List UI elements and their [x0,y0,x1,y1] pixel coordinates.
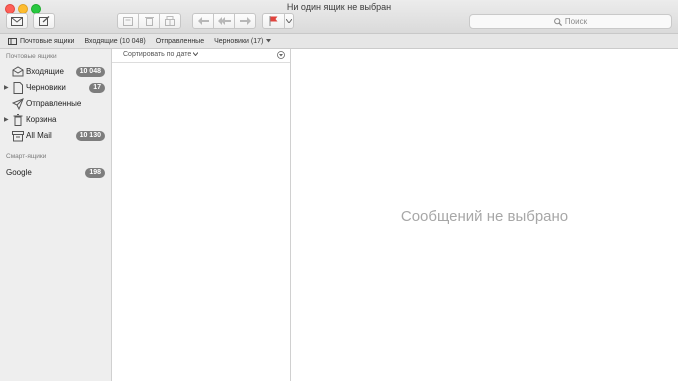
favorites-sent[interactable]: Отправленные [156,38,204,45]
sort-bar: Сортировать по дате [112,49,290,63]
sort-label: Сортировать по дате [123,51,192,58]
favorites-mailboxes-label: Почтовые ящики [20,37,75,45]
reply-button[interactable] [192,13,214,29]
compose-button[interactable] [33,13,55,29]
envelope-icon [11,16,23,26]
favorites-bar: Почтовые ящики Входящие (10 048) Отправл… [0,34,678,49]
sidebar-item-label: Отправленные [26,99,82,108]
flag-menu-button[interactable] [284,13,294,29]
message-preview-pane: Сообщений не выбрано [291,49,678,381]
sort-button[interactable]: Сортировать по дате [123,51,199,58]
sidebar-toggle-icon [8,37,17,45]
compose-icon [38,16,49,26]
sidebar-item-inbox[interactable]: Входящие 10 048 [0,65,112,79]
sidebar-item-label: Черновики [26,83,66,92]
flag-icon [269,16,278,26]
reply-icon [197,17,209,25]
search-icon [554,17,562,26]
sidebar-item-google[interactable]: Google 198 [0,166,112,180]
forward-icon [239,17,251,25]
forward-button[interactable] [234,13,256,29]
count-badge: 17 [89,83,105,93]
count-badge: 10 130 [75,131,105,141]
favorites-inbox[interactable]: Входящие (10 048) [84,38,145,45]
filter-icon[interactable] [277,51,285,59]
sidebar-section-mailboxes: Почтовые ящики [6,53,57,60]
disclosure-triangle-icon[interactable]: ▶ [4,84,9,91]
message-list: Сортировать по дате [112,49,291,381]
chevron-down-icon [192,52,199,57]
toolbar: Ни один ящик не выбран Поиск [0,0,678,34]
mail-window: Ни один ящик не выбран Поиск Почтовые ящ… [0,0,678,381]
reply-all-button[interactable] [213,13,235,29]
message-action-group [117,13,181,29]
favorites-sent-label: Отправленные [155,37,205,45]
sidebar-item-label: All Mail [26,131,52,140]
sidebar: Почтовые ящики Входящие 10 048 ▶ Чернови… [0,49,112,381]
archive-icon [123,16,133,26]
sidebar-item-label: Google [6,168,32,177]
sidebar-item-sent[interactable]: Отправленные [0,97,112,111]
sidebar-item-trash[interactable]: ▶ Корзина [0,113,112,127]
delete-button[interactable] [138,13,160,29]
paper-plane-icon [12,98,24,110]
favorites-inbox-label: Входящие (10 048) [84,37,146,45]
sidebar-item-label: Корзина [26,115,57,124]
trash-icon [144,17,154,26]
sidebar-section-smart: Смарт-ящики [6,153,47,160]
search-placeholder: Поиск [564,17,588,26]
chevron-down-icon [266,39,272,43]
sidebar-item-drafts[interactable]: ▶ Черновики 17 [0,81,112,95]
sidebar-item-all-mail[interactable]: All Mail 10 130 [0,129,112,143]
disclosure-triangle-icon[interactable]: ▶ [4,116,9,123]
archive-button[interactable] [117,13,139,29]
window-title: Ни один ящик не выбран [286,2,392,12]
reply-group [192,13,256,29]
chevron-down-icon [286,19,292,23]
favorites-drafts-label: Черновики (17) [214,37,264,45]
junk-icon [165,16,175,26]
unread-count-badge: 10 048 [75,67,105,77]
count-badge: 198 [85,168,105,178]
inbox-icon [12,66,24,77]
archive-box-icon [12,131,24,142]
no-message-selected-text: Сообщений не выбрано [400,208,569,225]
flag-button[interactable] [262,13,285,29]
junk-button[interactable] [159,13,181,29]
favorites-drafts[interactable]: Черновики (17) [214,37,272,45]
search-field[interactable]: Поиск [469,14,672,29]
trash-icon [13,114,23,126]
flag-group [262,13,294,29]
get-mail-button[interactable] [6,13,28,29]
sidebar-item-label: Входящие [26,67,64,76]
reply-all-icon [217,17,231,25]
draft-icon [13,82,23,94]
favorites-mailboxes-button[interactable]: Почтовые ящики [8,37,75,45]
